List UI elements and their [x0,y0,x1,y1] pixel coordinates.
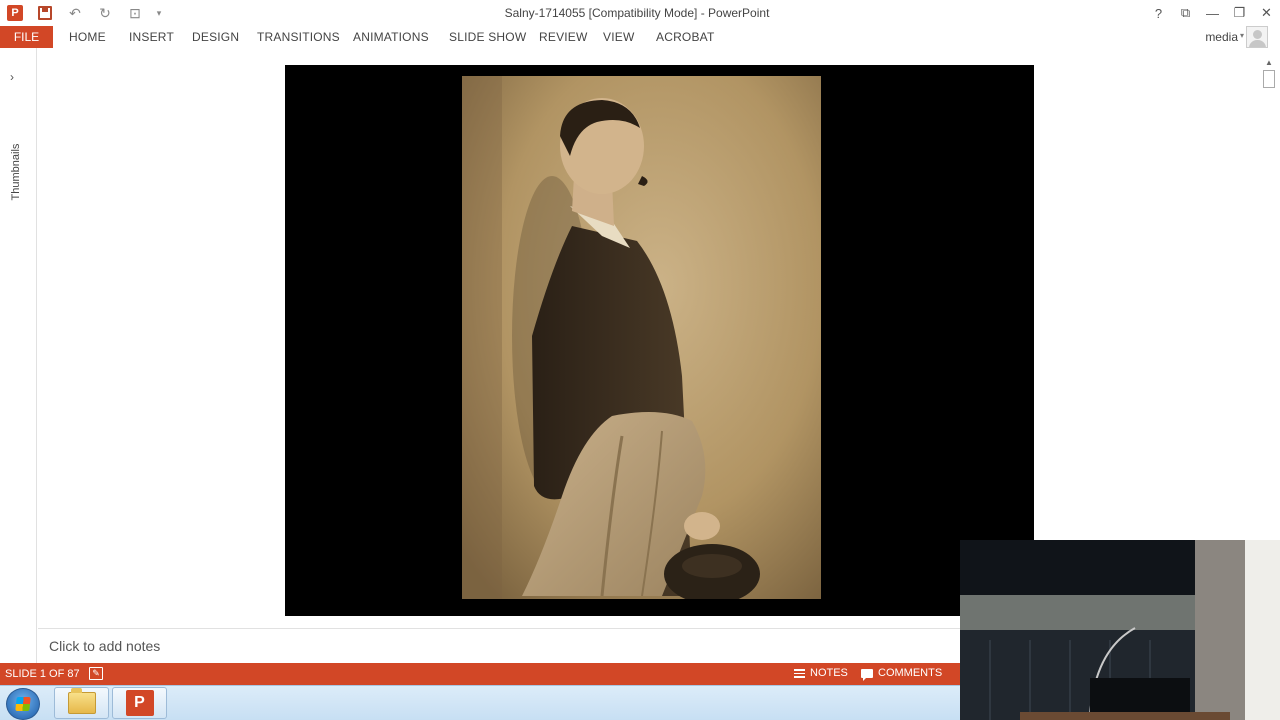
title-bar: P ↶ ↻ ⊡ ▾ Salny-1714055 [Compatibility M… [0,0,1280,26]
window-title: Salny-1714055 [Compatibility Mode] - Pow… [504,6,770,20]
tab-animations[interactable]: ANIMATIONS [353,30,429,44]
folder-icon [67,688,96,714]
tab-insert[interactable]: INSERT [129,30,174,44]
restore-icon[interactable]: ❐ [1226,0,1253,26]
comments-button[interactable]: COMMENTS [861,667,943,681]
notes-pane[interactable]: Click to add notes [38,628,960,663]
powerpoint-icon: P [125,690,154,716]
taskbar-file-explorer[interactable] [54,687,109,719]
minimize-icon[interactable]: — [1199,0,1226,26]
tab-file[interactable]: FILE [0,26,53,48]
tab-slide-show[interactable]: SLIDE SHOW [449,30,526,44]
thumbnails-pane: › Thumbnails [0,48,37,663]
notes-icon [794,668,805,678]
notes-button[interactable]: NOTES [794,667,848,679]
help-icon[interactable]: ? [1145,0,1172,26]
chevron-right-icon[interactable]: › [10,70,14,84]
slide-counter[interactable]: SLIDE 1 OF 87 [5,668,80,680]
windows-start-icon[interactable] [6,688,40,720]
tab-view[interactable]: VIEW [603,30,634,44]
notes-label: NOTES [810,667,848,679]
slide-photo[interactable] [462,76,821,599]
comments-label: COMMENTS [878,667,943,679]
ribbon-tabs: FILE HOME INSERT DESIGN TRANSITIONS ANIM… [0,26,1280,48]
notes-placeholder[interactable]: Click to add notes [49,638,160,654]
avatar[interactable] [1246,26,1268,48]
scroll-up-icon[interactable]: ▲ [1264,58,1274,68]
tab-acrobat[interactable]: ACROBAT [656,30,715,44]
window-controls: ? ⧉ — ❐ ✕ [1145,0,1280,26]
webcam-overlay [960,540,1280,720]
chevron-down-icon[interactable]: ▾ [1240,31,1244,40]
tab-home[interactable]: HOME [69,30,106,44]
close-icon[interactable]: ✕ [1253,0,1280,26]
ribbon-display-icon[interactable]: ⧉ [1172,0,1199,26]
status-bar: SLIDE 1 OF 87 ✎ NOTES COMMENTS [0,663,960,685]
user-name[interactable]: media [1205,30,1238,44]
thumbnails-label[interactable]: Thumbnails [10,137,22,207]
tab-transitions[interactable]: TRANSITIONS [257,30,340,44]
scroll-thumb[interactable] [1263,70,1275,88]
tab-review[interactable]: REVIEW [539,30,588,44]
comments-icon [861,668,873,681]
taskbar: P [0,685,960,720]
taskbar-powerpoint[interactable]: P [112,687,167,719]
spell-check-icon[interactable]: ✎ [89,667,103,680]
tab-design[interactable]: DESIGN [192,30,239,44]
